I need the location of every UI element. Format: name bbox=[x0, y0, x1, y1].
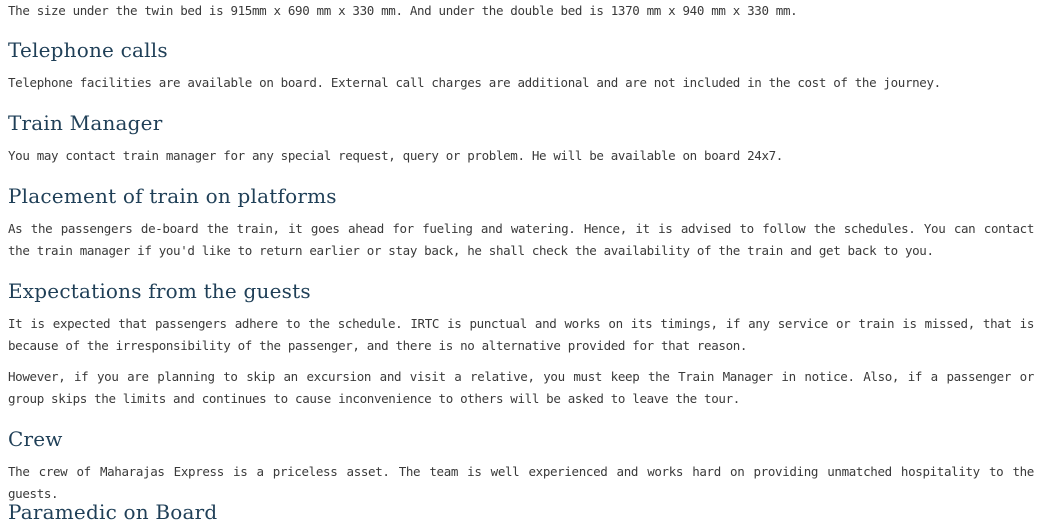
heading-expectations-from-guests: Expectations from the guests bbox=[8, 279, 311, 303]
train-manager-paragraph: You may contact train manager for any sp… bbox=[8, 148, 783, 163]
heading-placement-of-train: Placement of train on platforms bbox=[8, 184, 337, 208]
heading-paramedic-on-board: Paramedic on Board bbox=[8, 500, 218, 524]
heading-crew: Crew bbox=[8, 427, 63, 451]
expectations-paragraph-1: It is expected that passengers adhere to… bbox=[8, 316, 1034, 353]
placement-of-train-paragraph: As the passengers de-board the train, it… bbox=[8, 221, 1034, 258]
heading-train-manager: Train Manager bbox=[8, 111, 163, 135]
expectations-paragraph-2: However, if you are planning to skip an … bbox=[8, 369, 1034, 406]
bed-size-paragraph: The size under the twin bed is 915mm x 6… bbox=[8, 3, 798, 18]
heading-telephone-calls: Telephone calls bbox=[8, 38, 168, 62]
telephone-calls-paragraph: Telephone facilities are available on bo… bbox=[8, 75, 941, 90]
